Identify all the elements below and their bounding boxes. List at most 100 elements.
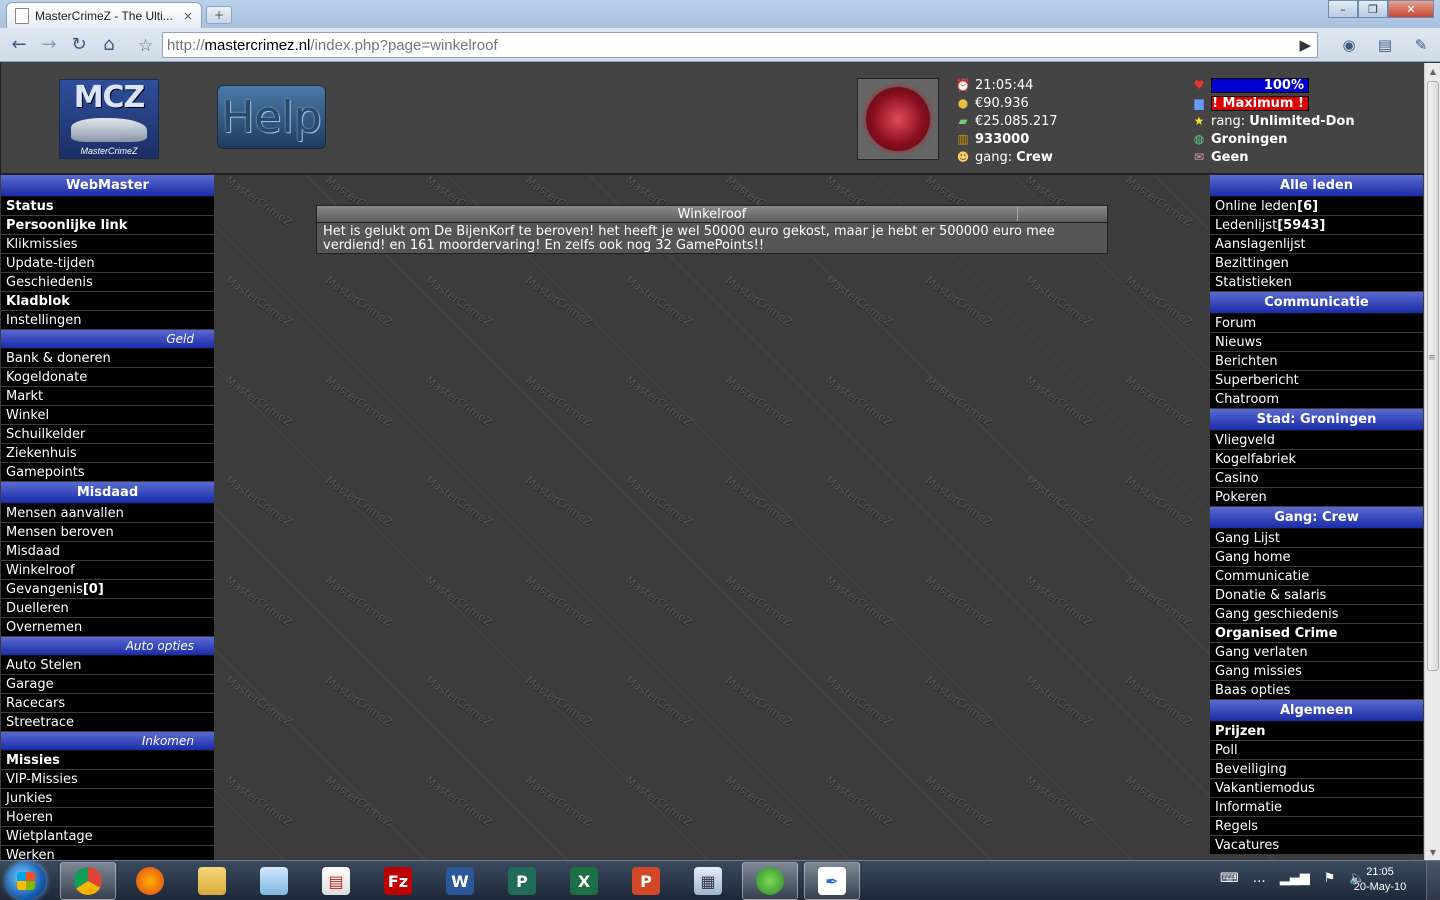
nav-ziekenhuis[interactable]: Ziekenhuis [1, 444, 214, 463]
show-hidden-icons-icon[interactable]: … [1253, 871, 1266, 886]
new-tab-button[interactable]: + [206, 6, 232, 24]
nav-gang-missies[interactable]: Gang missies [1210, 662, 1423, 681]
extension-icon[interactable]: ◉ [1338, 34, 1360, 56]
avatar[interactable] [857, 78, 939, 160]
nav-geschiedenis[interactable]: Geschiedenis [1, 273, 214, 292]
nav-klikmissies[interactable]: Klikmissies [1, 235, 214, 254]
nav-bank-doneren[interactable]: Bank & doneren [1, 349, 214, 368]
nav-auto-stelen[interactable]: Auto Stelen [1, 656, 214, 675]
taskbar-firefox[interactable] [122, 862, 178, 900]
reload-icon[interactable]: ↻ [66, 32, 92, 58]
stat-messages[interactable]: ✉ Geen [1191, 148, 1355, 166]
nav-mensen-aanvallen[interactable]: Mensen aanvallen [1, 504, 214, 523]
taskbar-calculator[interactable]: ▦ [680, 862, 736, 900]
nav-forum[interactable]: Forum [1210, 314, 1423, 333]
taskbar-installer[interactable]: ▤ [308, 862, 364, 900]
site-logo[interactable]: MCZ MasterCrimeZ [59, 79, 159, 159]
taskbar-excel[interactable]: X [556, 862, 612, 900]
nav-kogeldonate[interactable]: Kogeldonate [1, 368, 214, 387]
window-close-button[interactable]: ✕ [1388, 0, 1434, 18]
taskbar-explorer[interactable] [184, 862, 240, 900]
nav-online-leden[interactable]: Online leden [6] [1210, 197, 1423, 216]
start-button[interactable] [6, 862, 46, 900]
address-bar[interactable]: http://mastercrimez.nl/index.php?page=wi… [162, 32, 1318, 58]
nav-hoeren[interactable]: Hoeren [1, 808, 214, 827]
nav-mensen-beroven[interactable]: Mensen beroven [1, 523, 214, 542]
nav-racecars[interactable]: Racecars [1, 694, 214, 713]
tab-close-icon[interactable]: × [183, 9, 193, 23]
nav-schuilkelder[interactable]: Schuilkelder [1, 425, 214, 444]
nav-bezittingen[interactable]: Bezittingen [1210, 254, 1423, 273]
nav-kogelfabriek[interactable]: Kogelfabriek [1210, 450, 1423, 469]
nav-garage[interactable]: Garage [1, 675, 214, 694]
nav-poll[interactable]: Poll [1210, 741, 1423, 760]
taskbar-word[interactable]: W [432, 862, 488, 900]
taskbar-filezilla[interactable]: Fz [370, 862, 426, 900]
nav-gang-home[interactable]: Gang home [1210, 548, 1423, 567]
nav-status[interactable]: Status [1, 197, 214, 216]
nav-pokeren[interactable]: Pokeren [1210, 488, 1423, 507]
nav-werken[interactable]: Werken [1, 846, 214, 860]
nav-winkelroof[interactable]: Winkelroof [1, 561, 214, 580]
nav-beveiliging[interactable]: Beveiliging [1210, 760, 1423, 779]
taskbar-chrome[interactable] [60, 862, 116, 900]
nav-gang-lijst[interactable]: Gang Lijst [1210, 529, 1423, 548]
back-arrow-icon[interactable]: ← [6, 32, 32, 58]
nav-vip-missies[interactable]: VIP-Missies [1, 770, 214, 789]
nav-kladblok[interactable]: Kladblok [1, 292, 214, 311]
nav-organised-crime[interactable]: Organised Crime [1210, 624, 1423, 643]
forward-arrow-icon[interactable]: → [36, 32, 62, 58]
nav-gang-verlaten[interactable]: Gang verlaten [1210, 643, 1423, 662]
nav-vacatures[interactable]: Vacatures [1210, 836, 1423, 855]
nav-gamepoints[interactable]: Gamepoints [1, 463, 214, 482]
action-center-flag-icon[interactable]: ⚑ [1324, 871, 1336, 886]
minimize-button[interactable]: – [1328, 0, 1358, 18]
nav-duelleren[interactable]: Duelleren [1, 599, 214, 618]
nav-overnemen[interactable]: Overnemen [1, 618, 214, 637]
nav-casino[interactable]: Casino [1210, 469, 1423, 488]
bookmark-star-icon[interactable]: ☆ [138, 36, 153, 56]
nav-gang-geschiedenis[interactable]: Gang geschiedenis [1210, 605, 1423, 624]
taskbar-powerpoint[interactable]: P [618, 862, 674, 900]
keyboard-icon[interactable]: ⌨ [1220, 871, 1239, 886]
nav-prijzen[interactable]: Prijzen [1210, 722, 1423, 741]
page-menu-icon[interactable]: ▤ [1374, 34, 1396, 56]
scroll-thumb[interactable] [1427, 81, 1439, 671]
nav-berichten[interactable]: Berichten [1210, 352, 1423, 371]
nav-instellingen[interactable]: Instellingen [1, 311, 214, 330]
nav-ledenlijst[interactable]: Ledenlijst [5943] [1210, 216, 1423, 235]
nav-vliegveld[interactable]: Vliegveld [1210, 431, 1423, 450]
wrench-menu-icon[interactable]: ✎ [1410, 34, 1432, 56]
maximize-button[interactable]: ❐ [1358, 0, 1388, 18]
nav-chatroom[interactable]: Chatroom [1210, 390, 1423, 409]
nav-gang-communicatie[interactable]: Communicatie [1210, 567, 1423, 586]
taskbar-clock[interactable]: 21:05 20-May-10 [1350, 865, 1410, 895]
network-icon[interactable]: ▂▄▆ [1280, 871, 1310, 886]
nav-winkel[interactable]: Winkel [1, 406, 214, 425]
taskbar-notepad[interactable] [246, 862, 302, 900]
nav-statistieken[interactable]: Statistieken [1210, 273, 1423, 292]
show-desktop-button[interactable] [1426, 861, 1440, 900]
taskbar-messenger[interactable] [742, 862, 798, 900]
nav-aanslagenlijst[interactable]: Aanslagenlijst [1210, 235, 1423, 254]
nav-update-tijden[interactable]: Update-tijden [1, 254, 214, 273]
scroll-up-icon[interactable]: ▲ [1425, 63, 1440, 79]
nav-donatie-salaris[interactable]: Donatie & salaris [1210, 586, 1423, 605]
scroll-down-icon[interactable]: ▼ [1425, 844, 1440, 860]
nav-regels[interactable]: Regels [1210, 817, 1423, 836]
nav-persoonlijke-link[interactable]: Persoonlijke link [1, 216, 214, 235]
nav-vakantiemodus[interactable]: Vakantiemodus [1210, 779, 1423, 798]
nav-missies[interactable]: Missies [1, 751, 214, 770]
nav-misdaad[interactable]: Misdaad [1, 542, 214, 561]
nav-markt[interactable]: Markt [1, 387, 214, 406]
nav-streetrace[interactable]: Streetrace [1, 713, 214, 732]
nav-junkies[interactable]: Junkies [1, 789, 214, 808]
help-button[interactable]: Help [217, 85, 326, 149]
taskbar-app[interactable]: ✒ [804, 862, 860, 900]
home-icon[interactable]: ⌂ [96, 32, 122, 58]
taskbar-publisher[interactable]: P [494, 862, 550, 900]
nav-wietplantage[interactable]: Wietplantage [1, 827, 214, 846]
go-arrow-icon[interactable]: ▶ [1299, 36, 1311, 54]
nav-superbericht[interactable]: Superbericht [1210, 371, 1423, 390]
browser-tab[interactable]: MasterCrimeZ - The Ulti... × [6, 2, 202, 28]
